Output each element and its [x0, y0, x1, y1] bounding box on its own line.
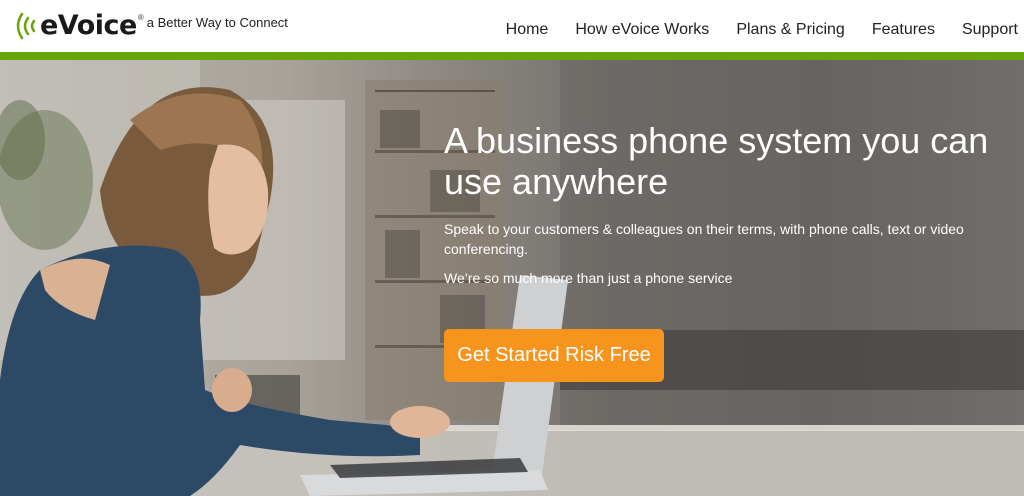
hero-copy: A business phone system you can use anyw…: [444, 120, 1004, 288]
nav-home[interactable]: Home: [506, 20, 549, 40]
logo-wordmark: eVoice: [40, 10, 137, 41]
main-nav: Home How eVoice Works Plans & Pricing Fe…: [479, 20, 1018, 40]
logo-tagline: a Better Way to Connect: [146, 14, 288, 30]
registered-mark: ®: [137, 13, 144, 22]
header-accent-bar: [0, 52, 1024, 60]
hero-banner: A business phone system you can use anyw…: [0, 60, 1024, 496]
nav-plans-pricing[interactable]: Plans & Pricing: [736, 20, 845, 40]
signal-waves-icon: [16, 12, 36, 40]
site-header: eVoice ® a Better Way to Connect Home Ho…: [0, 0, 1024, 52]
nav-how-it-works[interactable]: How eVoice Works: [575, 20, 709, 40]
evoice-logo[interactable]: eVoice ® a Better Way to Connect: [12, 8, 288, 44]
nav-features[interactable]: Features: [872, 20, 935, 40]
hero-subtitle: Speak to your customers & colleagues on …: [444, 221, 964, 257]
hero-secondary-text: We’re so much more than just a phone ser…: [444, 270, 733, 286]
hero-headline: A business phone system you can use anyw…: [444, 120, 989, 202]
get-started-button[interactable]: Get Started Risk Free: [444, 329, 664, 382]
nav-support[interactable]: Support: [962, 20, 1018, 40]
